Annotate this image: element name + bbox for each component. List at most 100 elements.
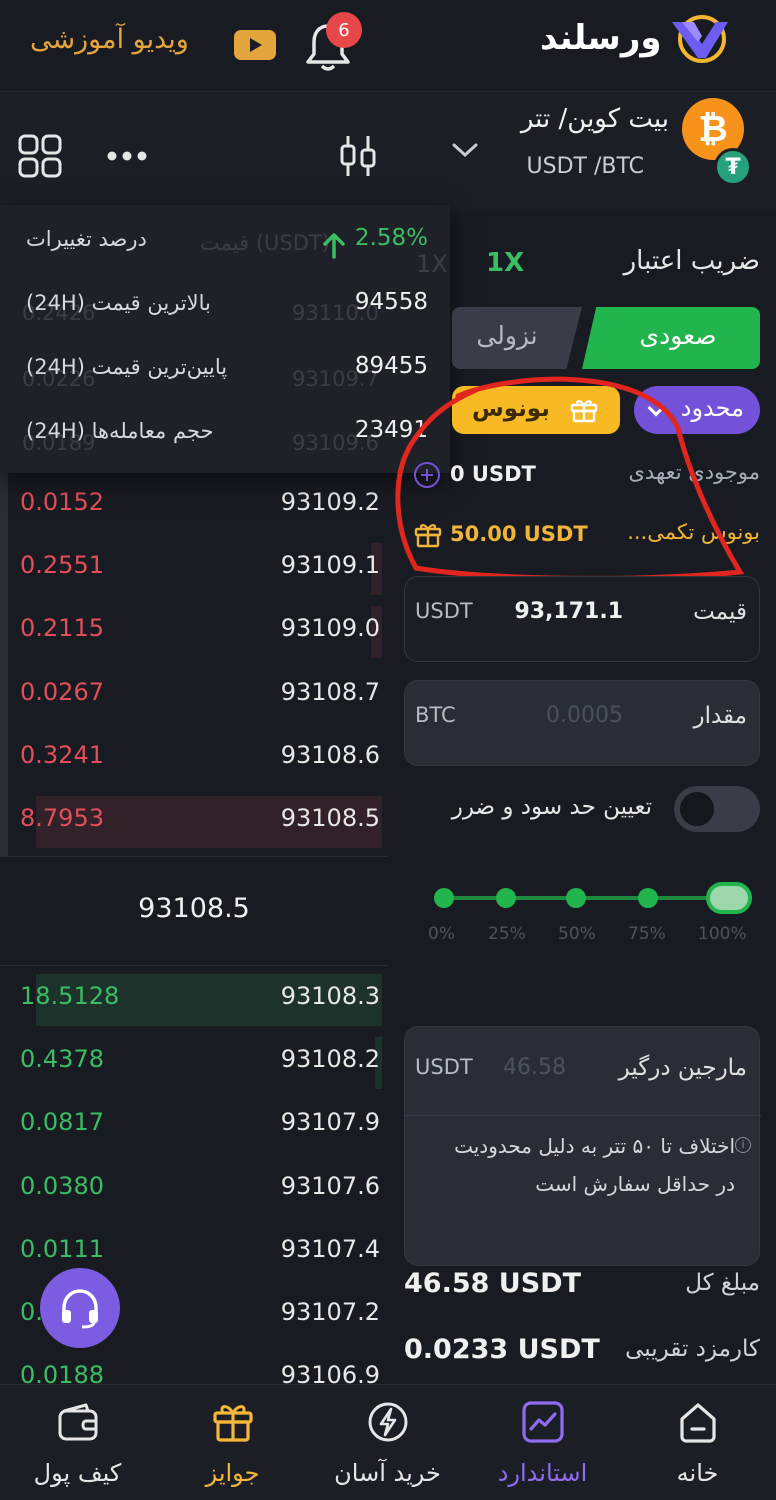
nav-standard-label: استاندارد [497, 1459, 588, 1487]
slider-label-25: 25% [488, 924, 526, 944]
price-unit: USDT [415, 599, 473, 623]
tab-long[interactable]: صعودی [582, 307, 760, 369]
row-amount: 18.5128 [20, 982, 120, 1010]
row-price: 93109.1 [280, 551, 380, 580]
nav-rewards[interactable]: جوایز [155, 1385, 310, 1500]
nav-standard[interactable]: استاندارد [465, 1385, 620, 1500]
video-tutorial-link[interactable]: ویدیو آموزشی [30, 24, 189, 55]
fee-value: 0.0233 USDT [404, 1334, 600, 1365]
amount-label: مقدار [693, 703, 747, 729]
high-label: بالاترین قیمت (24H) [26, 291, 211, 315]
tpsl-label: تعیین حد سود و ضرر [451, 794, 652, 820]
red-annotation-circle [395, 376, 745, 581]
row-amount: 0.0817 [20, 1108, 104, 1137]
high-value: 94558 [354, 289, 428, 315]
more-icon[interactable] [106, 150, 148, 162]
bottom-nav: کیف پول جوایز خرید آسان استاندارد خانه [0, 1384, 776, 1500]
slider-label-0: 0% [428, 924, 455, 944]
ask-row[interactable]: 0.2551 93109.1 [0, 537, 390, 599]
margin-box: مارجین درگیر 46.58 USDT i اختلاف تا ۵۰ ت… [404, 1026, 761, 1266]
bid-row[interactable]: 0.0380 93107.6 [0, 1158, 390, 1220]
total-label: مبلغ کل [685, 1270, 760, 1296]
row-price: 93108.3 [280, 982, 380, 1010]
row-amount: 0.0152 [20, 488, 104, 516]
chevron-down-icon[interactable] [450, 140, 480, 160]
price-label: قیمت [693, 599, 747, 625]
leverage-label: ضریب اعتبار [623, 246, 760, 276]
slider-step-25[interactable] [496, 888, 516, 908]
ask-row[interactable]: 0.0152 93109.2 [0, 474, 390, 536]
change-label: درصد تغییرات [26, 227, 147, 251]
volume-label: حجم معامله‌ها (24H) [26, 419, 214, 443]
wallet-icon [58, 1403, 98, 1441]
slider-label-50: 50% [558, 924, 596, 944]
leverage-value[interactable]: 1X [486, 248, 524, 278]
margin-note: اختلاف تا ۵۰ تتر به دلیل محدودیت در حداق… [454, 1134, 735, 1196]
nav-rewards-label: جوایز [205, 1459, 260, 1487]
price-input[interactable]: قیمت 93,171.1 USDT [404, 576, 760, 662]
chart-icon [522, 1401, 564, 1443]
bid-row[interactable]: 0.0817 93107.9 [0, 1094, 390, 1156]
market-stats-popup: قیمت (USDT) 0.2426 93110.0 0.0226 93109.… [0, 205, 450, 473]
ask-row[interactable]: 0.3241 93108.6 [0, 727, 390, 789]
row-price: 93107.6 [280, 1171, 380, 1200]
nav-home[interactable]: خانه [620, 1385, 775, 1500]
row-price: 93108.6 [280, 740, 380, 769]
stat-low-row: پایین‌ترین قیمت (24H) 89455 [0, 339, 450, 399]
arrow-up-icon [323, 233, 345, 259]
support-button[interactable] [40, 1268, 120, 1348]
row-price: 93107.2 [280, 1298, 380, 1326]
margin-value: 46.58 [503, 1055, 566, 1080]
margin-label: مارجین درگیر [618, 1055, 747, 1081]
bid-row[interactable]: 18.5128 93108.3 [0, 968, 390, 1030]
row-price: 93107.9 [280, 1108, 380, 1137]
fee-label: کارمزد تقریبی [625, 1336, 760, 1362]
notification-badge: 6 [326, 12, 362, 48]
row-amount: 0.0111 [20, 1234, 104, 1263]
stat-change-row: درصد تغییرات 2.58% [0, 211, 450, 271]
headset-icon [62, 1289, 98, 1329]
amount-unit: BTC [415, 703, 456, 727]
amount-placeholder: 0.0005 [546, 703, 623, 728]
ask-row[interactable]: 8.7953 93108.5 [0, 790, 390, 852]
gift-icon [213, 1405, 253, 1442]
brand-name: ورسلند [540, 18, 662, 58]
total-value: 46.58 USDT [404, 1268, 582, 1299]
row-amount: 0.0267 [20, 677, 104, 706]
margin-unit: USDT [415, 1055, 473, 1079]
info-icon[interactable]: i [735, 1137, 751, 1153]
nav-easy-buy[interactable]: خرید آسان [310, 1385, 465, 1500]
slider-step-0[interactable] [434, 888, 454, 908]
row-amount: 8.7953 [20, 804, 104, 832]
row-price: 93108.7 [280, 677, 380, 706]
candlestick-chart-icon[interactable] [338, 134, 378, 178]
row-amount: 0.2115 [20, 614, 104, 643]
tab-short[interactable]: نزولی [452, 307, 582, 369]
amount-slider-track[interactable] [444, 896, 732, 900]
mid-price-row[interactable]: 93108.5 [0, 856, 388, 966]
pair-title[interactable]: بیت کوین/ تتر [494, 104, 669, 134]
youtube-icon[interactable] [234, 30, 276, 60]
change-value: 2.58% [354, 225, 428, 251]
bid-row[interactable]: 0.4378 93108.2 [0, 1031, 390, 1093]
grid-icon[interactable] [18, 134, 62, 178]
ask-row[interactable]: 0.2115 93109.0 [0, 600, 390, 662]
row-amount: 0.0380 [20, 1171, 104, 1200]
leverage-ghost: 1X [416, 250, 448, 278]
slider-step-75[interactable] [638, 888, 658, 908]
tpsl-toggle[interactable] [674, 786, 760, 832]
mid-price: 93108.5 [138, 893, 250, 924]
slider-step-50[interactable] [566, 888, 586, 908]
ask-row[interactable]: 0.0267 93108.7 [0, 664, 390, 726]
nav-wallet[interactable]: کیف پول [0, 1385, 155, 1500]
row-price: 93108.5 [280, 804, 380, 832]
slider-handle[interactable] [706, 882, 752, 914]
row-price: 93109.2 [280, 488, 380, 516]
long-label: صعودی [639, 321, 717, 350]
nav-easy-buy-label: خرید آسان [334, 1459, 441, 1487]
row-price: 93108.2 [280, 1045, 380, 1074]
amount-input[interactable]: مقدار 0.0005 BTC [404, 680, 760, 766]
row-amount: 0.4378 [20, 1045, 104, 1074]
row-price: 93109.0 [280, 614, 380, 643]
flash-icon [368, 1402, 408, 1442]
